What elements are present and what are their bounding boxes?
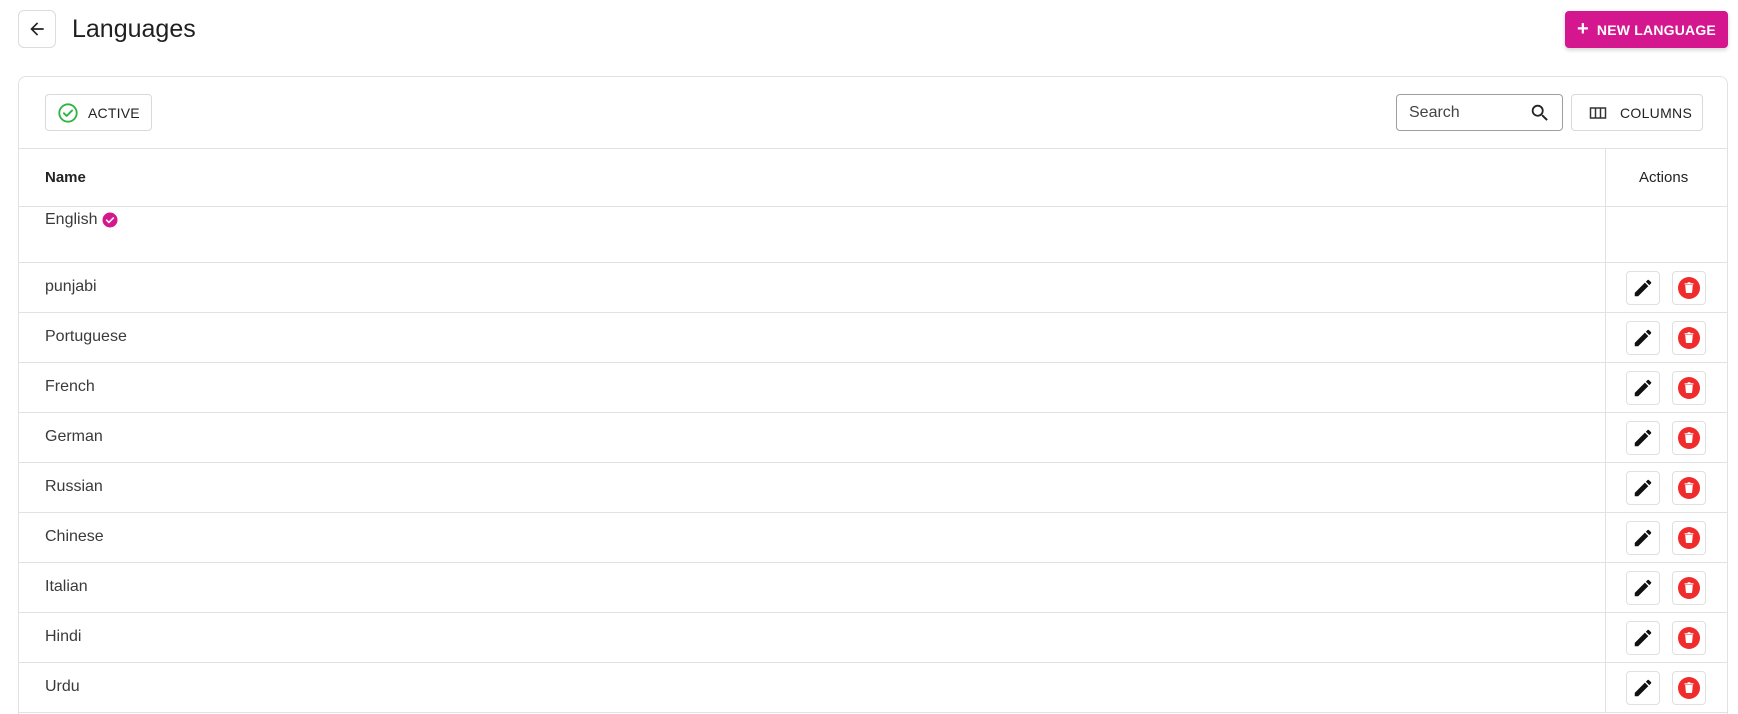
search-icon[interactable]: [1529, 102, 1551, 124]
table-body: English punjabi Portuguese French German Russ…: [19, 207, 1727, 713]
actions-cell: [1605, 413, 1727, 462]
language-name-cell: Italian: [45, 578, 88, 596]
trash-icon: [1678, 627, 1700, 649]
active-filter-button[interactable]: ACTIVE: [45, 94, 152, 131]
pencil-icon: [1634, 479, 1652, 497]
columns-button[interactable]: COLUMNS: [1571, 94, 1703, 131]
arrow-left-icon: [30, 22, 44, 36]
edit-button[interactable]: [1626, 471, 1660, 505]
back-button[interactable]: [18, 10, 56, 48]
table-row[interactable]: Chinese: [19, 513, 1727, 563]
trash-icon: [1678, 577, 1700, 599]
language-name: Portuguese: [45, 328, 127, 345]
language-name: German: [45, 428, 103, 445]
edit-button[interactable]: [1626, 671, 1660, 705]
pencil-icon: [1634, 579, 1652, 597]
view-column-icon: [1589, 106, 1607, 119]
actions-cell: [1605, 263, 1727, 312]
page-title: Languages: [72, 15, 196, 43]
table-row[interactable]: Russian: [19, 463, 1727, 513]
delete-button[interactable]: [1672, 421, 1706, 455]
trash-icon: [1678, 527, 1700, 549]
delete-button[interactable]: [1672, 671, 1706, 705]
pencil-icon: [1634, 529, 1652, 547]
trash-icon: [1678, 277, 1700, 299]
edit-button[interactable]: [1626, 621, 1660, 655]
new-language-button[interactable]: + NEW LANGUAGE: [1565, 11, 1728, 48]
language-name-cell: English: [45, 211, 119, 229]
column-header-actions-cell: Actions: [1605, 149, 1727, 207]
trash-icon: [1678, 427, 1700, 449]
actions-cell: [1605, 463, 1727, 512]
table-toolbar: ACTIVE COLUMNS: [19, 77, 1727, 149]
table-header-row: Name Actions: [19, 149, 1727, 207]
language-name-cell: Chinese: [45, 528, 104, 546]
language-name: English: [45, 211, 98, 228]
language-name: French: [45, 378, 95, 395]
table-row[interactable]: German: [19, 413, 1727, 463]
language-name-cell: punjabi: [45, 278, 97, 296]
table-row[interactable]: Italian: [19, 563, 1727, 613]
column-header-actions: Actions: [1639, 169, 1689, 186]
delete-button[interactable]: [1672, 521, 1706, 555]
language-name-cell: Urdu: [45, 678, 80, 696]
trash-icon: [1678, 477, 1700, 499]
edit-button[interactable]: [1626, 321, 1660, 355]
plus-icon: +: [1577, 17, 1589, 40]
delete-button[interactable]: [1672, 621, 1706, 655]
new-language-label: NEW LANGUAGE: [1596, 21, 1716, 38]
column-header-name[interactable]: Name: [45, 169, 86, 186]
edit-button[interactable]: [1626, 521, 1660, 555]
delete-button[interactable]: [1672, 321, 1706, 355]
table-row[interactable]: French: [19, 363, 1727, 413]
language-name: punjabi: [45, 278, 97, 295]
table-row[interactable]: punjabi: [19, 263, 1727, 313]
pencil-icon: [1634, 379, 1652, 397]
language-name-cell: Portuguese: [45, 328, 127, 346]
search-input[interactable]: [1409, 103, 1529, 122]
table-row[interactable]: Urdu: [19, 663, 1727, 713]
actions-cell: [1605, 207, 1727, 262]
delete-button[interactable]: [1672, 271, 1706, 305]
trash-icon: [1678, 327, 1700, 349]
actions-cell: [1605, 613, 1727, 662]
pencil-icon: [1634, 279, 1652, 297]
edit-button[interactable]: [1626, 371, 1660, 405]
table-row[interactable]: Portuguese: [19, 313, 1727, 363]
language-name: Urdu: [45, 678, 80, 695]
trash-icon: [1678, 677, 1700, 699]
actions-cell: [1605, 313, 1727, 362]
language-name: Chinese: [45, 528, 104, 545]
check-circle-icon: [58, 102, 78, 123]
edit-button[interactable]: [1626, 571, 1660, 605]
pencil-icon: [1634, 329, 1652, 347]
delete-button[interactable]: [1672, 571, 1706, 605]
trash-icon: [1678, 377, 1700, 399]
delete-button[interactable]: [1672, 371, 1706, 405]
actions-cell: [1605, 563, 1727, 612]
language-name-cell: German: [45, 428, 103, 446]
edit-button[interactable]: [1626, 271, 1660, 305]
language-name-cell: French: [45, 378, 95, 396]
search-field[interactable]: [1396, 94, 1563, 131]
actions-cell: [1605, 513, 1727, 562]
table-row[interactable]: Hindi: [19, 613, 1727, 663]
verified-badge-icon: [102, 212, 118, 228]
edit-button[interactable]: [1626, 421, 1660, 455]
delete-button[interactable]: [1672, 471, 1706, 505]
table-row[interactable]: English: [19, 207, 1727, 263]
active-filter-label: ACTIVE: [88, 104, 140, 121]
pencil-icon: [1634, 629, 1652, 647]
actions-cell: [1605, 363, 1727, 412]
pencil-icon: [1634, 429, 1652, 447]
language-name: Russian: [45, 478, 103, 495]
languages-table-card: ACTIVE COLUMNS Name Actions English punja…: [18, 76, 1728, 714]
language-name: Hindi: [45, 628, 82, 645]
language-name-cell: Hindi: [45, 628, 81, 646]
actions-cell: [1605, 663, 1727, 712]
language-name: Italian: [45, 578, 88, 595]
columns-label: COLUMNS: [1620, 104, 1693, 121]
pencil-icon: [1634, 679, 1652, 697]
language-name-cell: Russian: [45, 478, 103, 496]
